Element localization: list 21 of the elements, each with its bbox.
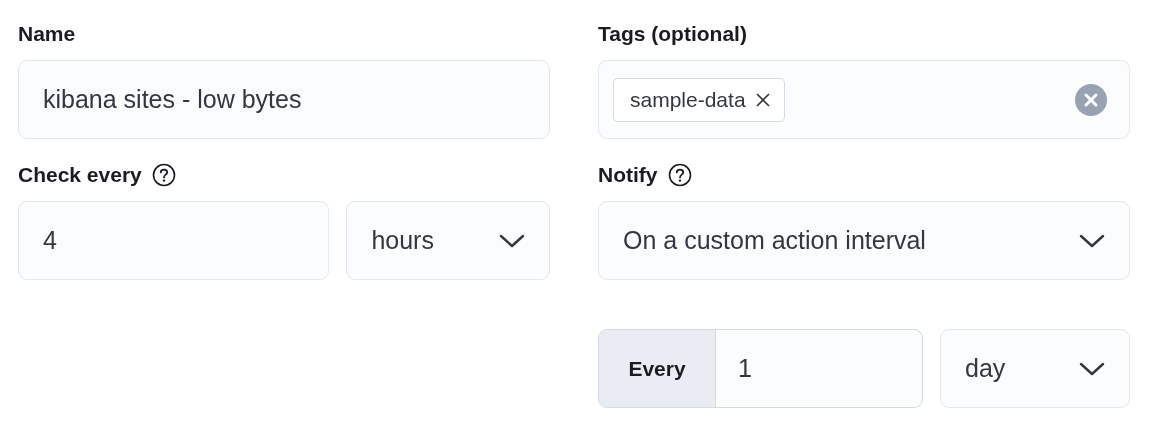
field-label: Tags (optional)	[598, 21, 748, 47]
help-icon[interactable]	[667, 163, 692, 187]
field-label: Name	[18, 21, 77, 47]
unit-select[interactable]: hours	[346, 201, 550, 280]
number-input[interactable]: 4	[18, 201, 330, 280]
unit-select[interactable]: day	[940, 329, 1130, 408]
chevron-down-icon	[1079, 232, 1105, 249]
close-icon[interactable]	[755, 92, 770, 107]
name-input[interactable]: kibana sites - low bytes	[18, 60, 550, 139]
tag-chip: sample-data	[613, 77, 785, 122]
tags-combo-box[interactable]: sample-data	[598, 60, 1130, 139]
input-value: 1	[737, 353, 752, 384]
help-icon[interactable]	[151, 163, 176, 187]
clear-icon[interactable]	[1075, 83, 1107, 116]
prepend-label: Every	[599, 330, 716, 407]
chevron-down-icon	[499, 232, 525, 249]
notify-select[interactable]: On a custom action interval	[598, 201, 1130, 280]
interval-input[interactable]: Every 1	[598, 329, 923, 408]
field-label: Notify	[598, 163, 658, 187]
chevron-down-icon	[1079, 360, 1105, 377]
field-label: Check every	[18, 163, 142, 187]
